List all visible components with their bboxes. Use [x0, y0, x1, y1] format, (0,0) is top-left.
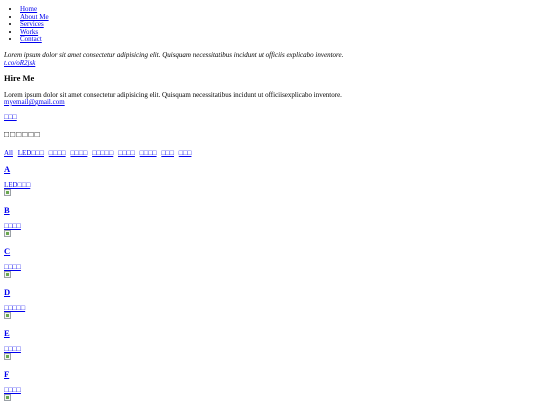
intro-text: Lorem ipsum dolor sit amet consectetur a…: [4, 51, 344, 59]
filter-2[interactable]: □□□□: [49, 149, 66, 157]
section-category-d[interactable]: □□□□□: [4, 304, 25, 312]
section-letter-e[interactable]: E: [4, 328, 21, 338]
section-letter-f[interactable]: F: [4, 369, 21, 379]
section-category-e[interactable]: □□□□: [4, 345, 21, 353]
section-category-f[interactable]: □□□□: [4, 386, 21, 394]
section-letter-c[interactable]: C: [4, 246, 21, 256]
filter-6[interactable]: □□□□: [140, 149, 157, 157]
filter-all[interactable]: All: [4, 149, 13, 157]
section-category-b[interactable]: □□□□: [4, 222, 21, 230]
gallery-section-e: E □□□□: [4, 328, 21, 360]
filter-4[interactable]: □□□□□: [92, 149, 113, 157]
filter-8[interactable]: □□□: [179, 149, 192, 157]
nav-item-contact: Contact: [20, 36, 49, 44]
gallery-heading: □□□□□□: [4, 129, 41, 139]
broken-image-icon[interactable]: [4, 271, 11, 278]
broken-image-icon[interactable]: [4, 394, 11, 401]
intro-shortlink[interactable]: t.co/oR2jsk: [4, 59, 35, 67]
nav-link-contact[interactable]: Contact: [20, 35, 42, 44]
section-category-c[interactable]: □□□□: [4, 263, 21, 271]
broken-image-icon[interactable]: [4, 312, 11, 319]
main-nav: Home About Me Services Works Contact: [20, 5, 49, 44]
filter-7[interactable]: □□□: [161, 149, 174, 157]
gallery-section-b: B □□□□: [4, 205, 21, 237]
broken-image-icon[interactable]: [4, 353, 11, 360]
broken-image-icon[interactable]: [4, 189, 11, 196]
gallery-filters: All LED□□□ □□□□ □□□□ □□□□□ □□□□ □□□□ □□□…: [4, 149, 194, 157]
gallery-section-f: F □□□□: [4, 369, 21, 401]
gallery-section-c: C □□□□: [4, 246, 21, 278]
section-letter-d[interactable]: D: [4, 287, 25, 297]
filter-5[interactable]: □□□□: [118, 149, 135, 157]
section-letter-b[interactable]: B: [4, 205, 21, 215]
section-letter-a[interactable]: A: [4, 164, 30, 174]
hire-me-heading: Hire Me: [4, 73, 35, 83]
filter-3[interactable]: □□□□: [70, 149, 87, 157]
small-link[interactable]: □□□: [4, 113, 17, 121]
filter-1[interactable]: LED□□□: [18, 149, 44, 157]
section-category-a[interactable]: LED□□□: [4, 181, 30, 189]
gallery-section-a: A LED□□□: [4, 164, 30, 196]
broken-image-icon[interactable]: [4, 230, 11, 237]
gallery-section-d: D □□□□□: [4, 287, 25, 319]
email-link[interactable]: myemail@gmail.com: [4, 98, 65, 106]
